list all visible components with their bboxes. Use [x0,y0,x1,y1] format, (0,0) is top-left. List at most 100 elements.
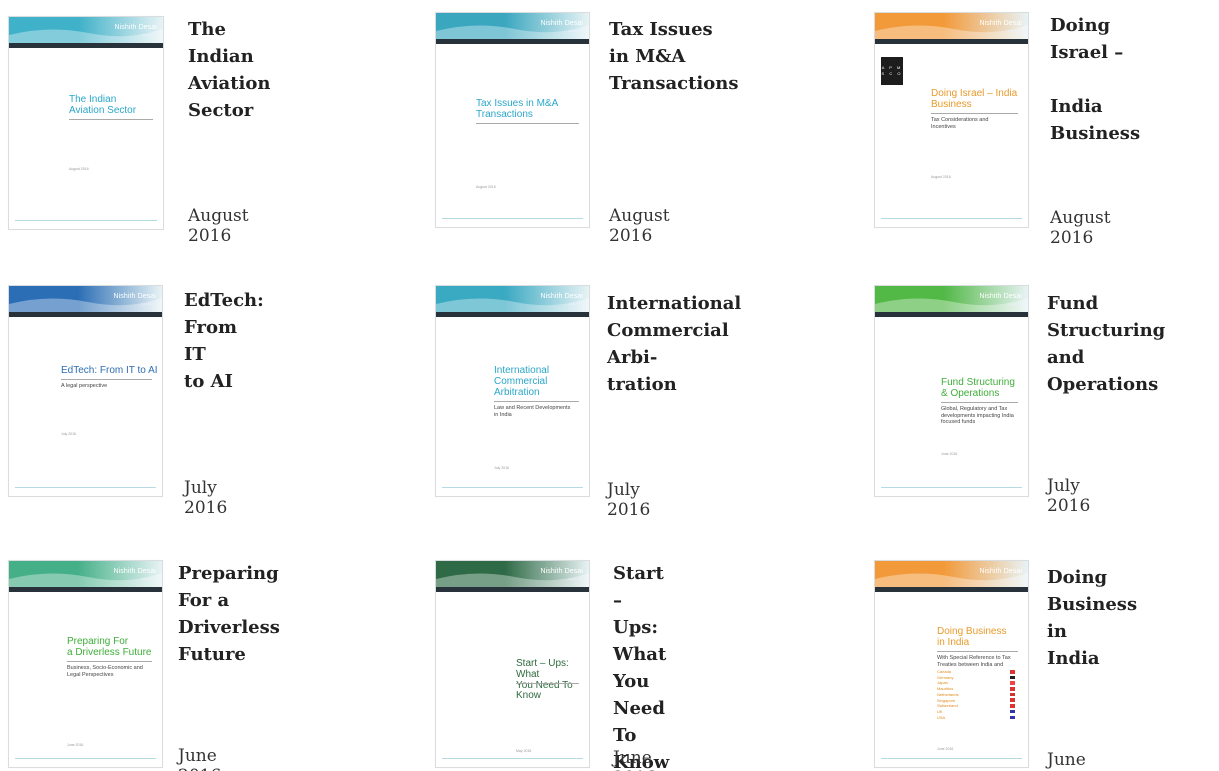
cover-brand-name: Nishith Desai [540,20,583,27]
publication-title-link[interactable]: Preparing For a Driverless Future [178,560,280,668]
flag-icon [1010,675,1015,680]
cover-title: Doing Israel – India Business [931,88,1018,110]
flag-icon [1010,698,1015,702]
publication-date: July 2016 [1047,476,1091,516]
publication-title-link[interactable]: Tax Issues in M&A Transactions [609,16,738,97]
cover-date: August 2016 [69,167,89,171]
flag-icon [1010,692,1015,697]
cover-title-rule [931,113,1018,114]
cover-title: International Commercial Arbitration [494,365,550,398]
flag-icon [1010,681,1015,685]
cover-title-rule [67,661,152,662]
cover-brand-name: Nishith Desai [113,568,156,575]
cover-footer-rule [442,487,583,488]
cover-brand-name: Nishith Desai [979,293,1022,300]
cover-title: Doing Business in India [937,626,1007,648]
cover-footer-rule [881,758,1022,759]
cover-brand-name: Nishith Desai [114,24,157,31]
publication-title-link[interactable]: Fund Structuring and Operations [1047,290,1165,398]
publication-date: August 2016 [188,206,249,246]
cover-flag-list [1010,670,1015,721]
publication-cover-thumbnail[interactable]: Nishith Desai Associates Tax Issues in M&A… [435,12,590,228]
cover-title: The Indian Aviation Sector [69,94,137,116]
cover-subtitle: With Special Reference to Tax Treaties b… [937,655,1011,668]
cover-brand-tag: Associates [1007,577,1022,581]
cover-footer-rule [881,487,1022,488]
publication-title-link[interactable]: International Commercial Arbi- tration [607,290,741,398]
cover-subtitle: Business, Socio-Economic and Legal Persp… [67,665,143,678]
flag-icon [1010,687,1015,691]
cover-brand-name: Nishith Desai [979,20,1022,27]
publication-date: August 2016 [609,206,670,246]
cover-brand-tag: Associates [1007,29,1022,33]
cover-footer-rule [442,218,583,219]
cover-subtitle: A legal perspective [61,383,108,389]
cover-brand-name: Nishith Desai [113,293,156,300]
cover-nav-bar [875,312,1028,317]
cover-title-rule [941,402,1018,403]
cover-nav-bar [436,587,589,592]
cover-subtitle: Global, Regulatory and Tax developments … [941,406,1014,426]
cover-footer-rule [15,487,156,488]
cover-date: May 2016 [516,749,532,753]
publication-cover-thumbnail[interactable]: Nishith Desai Associates International Com… [435,285,590,497]
cover-date: June 2016 [941,452,958,456]
publication-title-link[interactable]: EdTech: From IT to AI [184,287,264,395]
publication-cover-thumbnail[interactable]: Nishith Desai Associates A P MS C O Doing I… [874,12,1029,228]
cover-footer-rule [15,220,157,221]
cover-subtitle: Law and Recent Developments in India [494,405,571,418]
cover-nav-bar [9,43,163,48]
publication-cover-thumbnail[interactable]: Nishith Desai Associates Fund Structuring … [874,285,1029,497]
publication-title-link[interactable]: Doing Business in India [1047,564,1137,672]
cover-nav-bar [436,312,589,317]
publication-cover-thumbnail[interactable]: Nishith Desai Associates EdTech: From IT t… [8,285,163,497]
publication-title-link[interactable]: The Indian Aviation Sector [188,16,270,124]
cover-footer-rule [881,218,1022,219]
flag-icon [1010,715,1015,719]
cover-nav-bar [9,587,162,592]
cover-brand-tag: Associates [142,33,157,37]
cover-title: Preparing For a Driverless Future [67,636,152,658]
cover-nav-bar [436,39,589,44]
cover-brand-name: Nishith Desai [540,293,583,300]
cover-brand-tag: Associates [568,302,583,306]
publication-date: June 2016 [613,748,656,771]
cover-title-rule [937,651,1018,652]
publication-title-link[interactable]: Start – Ups: What You Need To Know [613,560,669,771]
cover-title-rule [516,683,579,684]
cover-brand-tag: Associates [1007,302,1022,306]
cover-title-rule [476,123,579,124]
cover-brand-tag: Associates [141,577,156,581]
cover-title: EdTech: From IT to AI [61,365,158,376]
cover-date: June 2016 [937,747,954,751]
publication-date: June 2016 [1047,750,1090,771]
cover-title: Fund Structuring & Operations [941,377,1015,399]
publication-cover-thumbnail[interactable]: Nishith Desai Associates The Indian Aviati… [8,16,164,230]
cover-title-rule [494,401,579,402]
cover-brand-tag: Associates [568,29,583,33]
cover-footer-rule [442,758,583,759]
publication-cover-thumbnail[interactable]: Nishith Desai Associates Start – Ups: What… [435,560,590,768]
publication-date: June 2016 [178,746,221,771]
cover-date: July 2016 [494,466,509,470]
cover-brand-tag: Associates [568,577,583,581]
cover-title: Tax Issues in M&A Transactions [476,98,559,120]
cover-date: July 2016 [61,432,76,436]
cover-nav-bar [875,39,1028,44]
cover-date: June 2016 [67,743,84,747]
cover-nav-bar [9,312,162,317]
cover-brand-name: Nishith Desai [540,568,583,575]
flag-icon [1010,709,1015,714]
cover-country-list: Canada Germany Japan Mauritius Netherlan… [937,669,959,720]
cover-footer-rule [15,758,156,759]
publication-date: August 2016 [1050,208,1111,248]
publication-date: July 2016 [607,480,651,520]
publication-title-link[interactable]: Doing Israel – India Business [1050,12,1140,147]
cover-nav-bar [875,587,1028,592]
cover-brand-tag: Associates [141,302,156,306]
flag-icon [1010,670,1015,674]
publication-cover-thumbnail[interactable]: Nishith Desai Associates Preparing For a D… [8,560,163,768]
cover-subtitle: Tax Considerations and Incentives [931,117,989,130]
cover-title-rule [69,119,153,120]
publication-cover-thumbnail[interactable]: Nishith Desai Associates Doing Business in… [874,560,1029,768]
